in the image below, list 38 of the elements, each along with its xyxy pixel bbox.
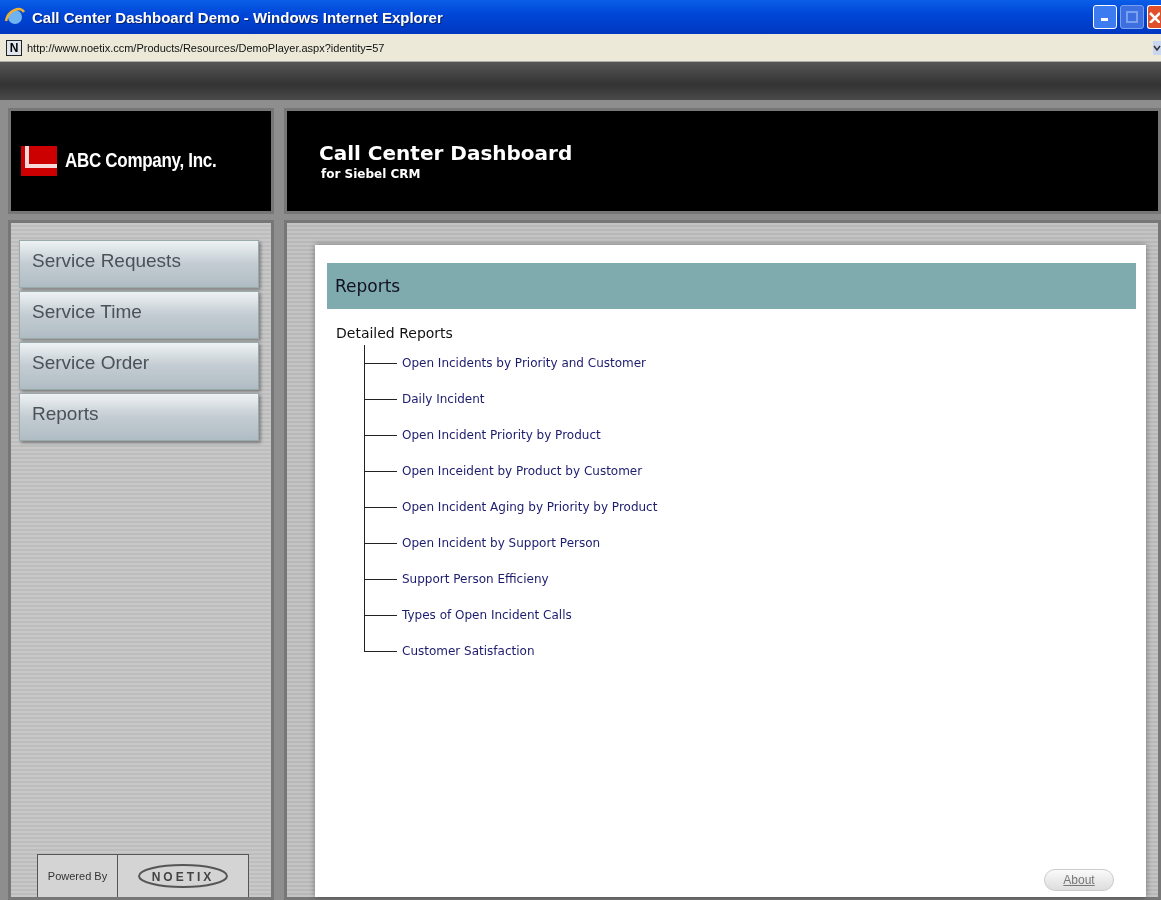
report-link[interactable]: Support Person Efficieny bbox=[402, 572, 549, 586]
report-link[interactable]: Types of Open Incident Calls bbox=[402, 608, 572, 622]
report-link[interactable]: Daily Incident bbox=[402, 392, 485, 406]
tree-line bbox=[364, 381, 397, 417]
report-link[interactable]: Open Inceident by Product by Customer bbox=[402, 464, 643, 478]
minimize-button[interactable] bbox=[1093, 5, 1117, 29]
tree-line bbox=[364, 489, 397, 525]
dropdown-icon[interactable] bbox=[1153, 40, 1161, 55]
powered-by-label: Powered By bbox=[38, 855, 118, 897]
nav-button[interactable]: Service Time bbox=[19, 291, 259, 339]
section-header: Reports bbox=[327, 263, 1136, 309]
tree-line bbox=[364, 417, 397, 453]
app-subtitle: for Siebel CRM bbox=[321, 167, 422, 181]
tree-line bbox=[364, 561, 397, 597]
report-link[interactable]: Open Incidents by Priority and Customer bbox=[402, 356, 647, 370]
app-title: Call Center Dashboard bbox=[319, 141, 574, 165]
report-link[interactable]: Open Incident Priority by Product bbox=[402, 428, 601, 442]
company-name: ABC Company, Inc. bbox=[65, 149, 217, 173]
tree-root-label: Detailed Reports bbox=[336, 325, 454, 341]
maximize-icon bbox=[1126, 11, 1138, 23]
window-title: Call Center Dashboard Demo - Windows Internet Explorer bbox=[32, 8, 444, 26]
nav-button[interactable]: Reports bbox=[19, 393, 259, 441]
tree-line bbox=[364, 597, 397, 633]
report-link[interactable]: Open Incident by Support Person bbox=[402, 536, 601, 550]
url-text: http://www.noetix.ccm/Products/Resources/DemoPlayer.aspx?identity=57 bbox=[27, 41, 386, 54]
report-link[interactable]: Open Incident Aging by Priority by Product bbox=[402, 500, 658, 514]
close-icon bbox=[1148, 11, 1160, 23]
about-button[interactable]: About bbox=[1044, 869, 1114, 891]
nav-button[interactable]: Service Requests bbox=[19, 240, 259, 288]
noetix-logo: NOETIX bbox=[135, 861, 231, 891]
logo-icon bbox=[21, 146, 57, 176]
tree-line bbox=[364, 525, 397, 561]
site-icon: N bbox=[6, 39, 22, 56]
report-link[interactable]: Customer Satisfaction bbox=[402, 644, 535, 658]
tree-line bbox=[364, 345, 397, 381]
close-button[interactable] bbox=[1147, 5, 1161, 29]
tree-line bbox=[364, 453, 397, 489]
nav-button[interactable]: Service Order bbox=[19, 342, 259, 390]
